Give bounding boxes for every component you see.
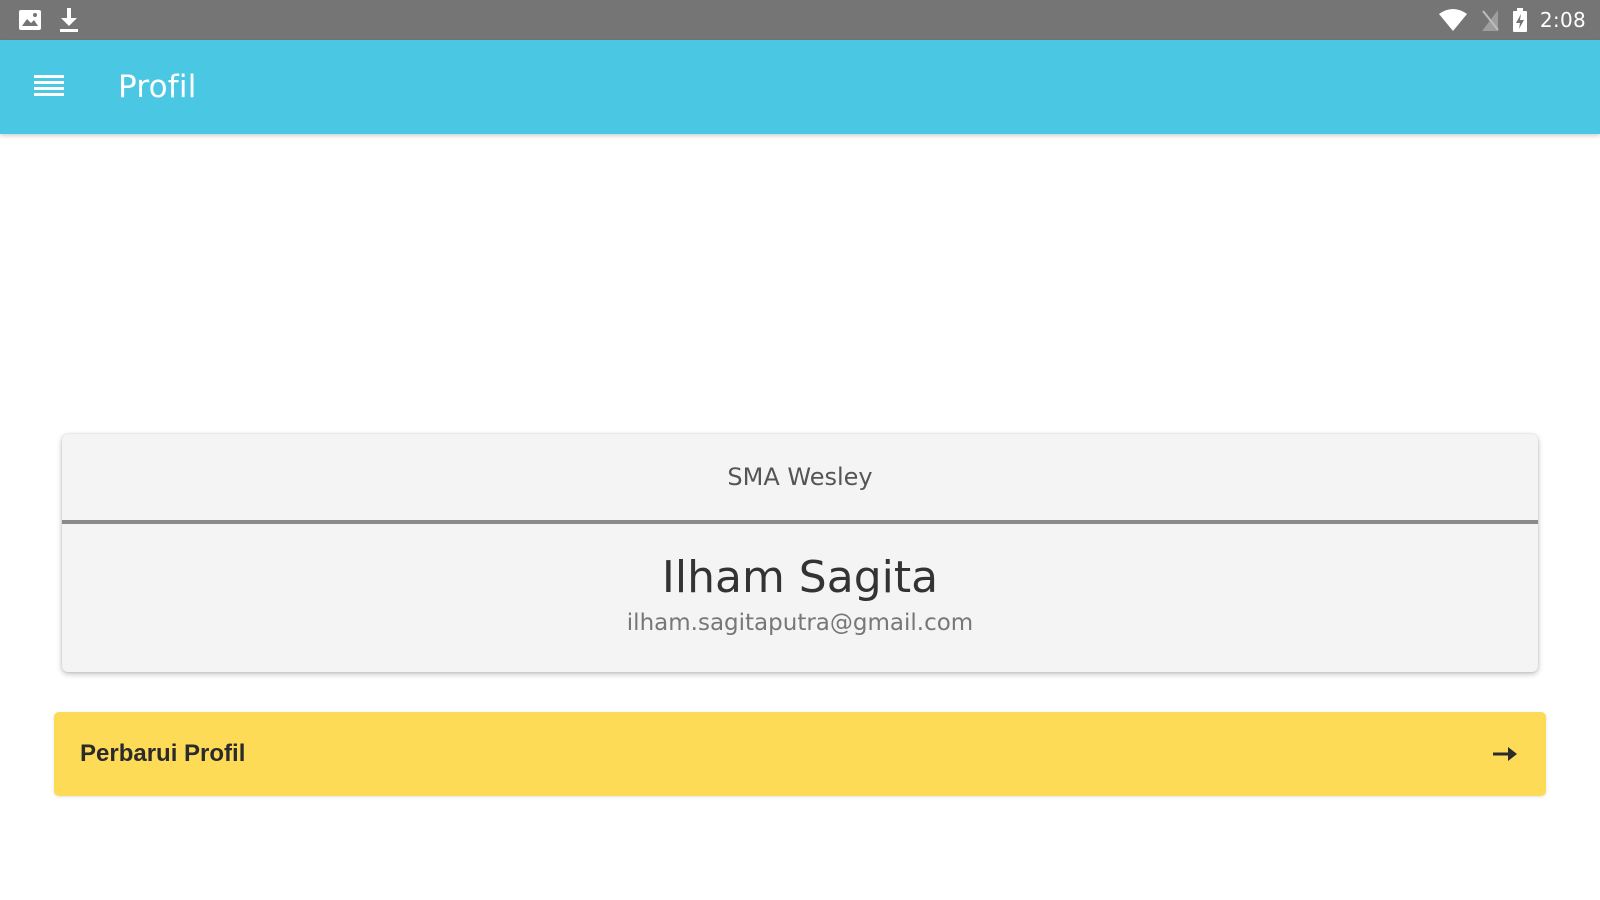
battery-charging-icon	[1512, 7, 1528, 33]
status-bar-right: 2:08	[1438, 7, 1586, 33]
profile-card: SMA Wesley Ilham Sagita ilham.sagitaputr…	[62, 434, 1538, 672]
menu-button[interactable]	[34, 73, 64, 101]
profile-card-body: Ilham Sagita ilham.sagitaputra@gmail.com	[62, 524, 1538, 636]
status-time: 2:08	[1539, 8, 1586, 32]
user-name: Ilham Sagita	[661, 552, 939, 603]
profile-card-header: SMA Wesley	[62, 434, 1538, 524]
status-bar: 2:08	[0, 0, 1600, 40]
status-bar-left	[18, 7, 80, 33]
update-profile-button[interactable]: Perbarui Profil	[54, 712, 1546, 796]
menu-icon	[34, 73, 64, 102]
download-icon	[58, 7, 80, 33]
image-notification-icon	[18, 9, 42, 31]
wifi-icon	[1438, 8, 1468, 32]
app-bar: Profil	[0, 40, 1600, 134]
school-name: SMA Wesley	[727, 463, 873, 491]
page-title: Profil	[118, 69, 197, 105]
update-profile-label: Perbarui Profil	[80, 740, 246, 767]
no-sim-icon	[1480, 8, 1500, 32]
user-email: ilham.sagitaputra@gmail.com	[626, 610, 974, 636]
arrow-right-icon	[1492, 746, 1518, 762]
